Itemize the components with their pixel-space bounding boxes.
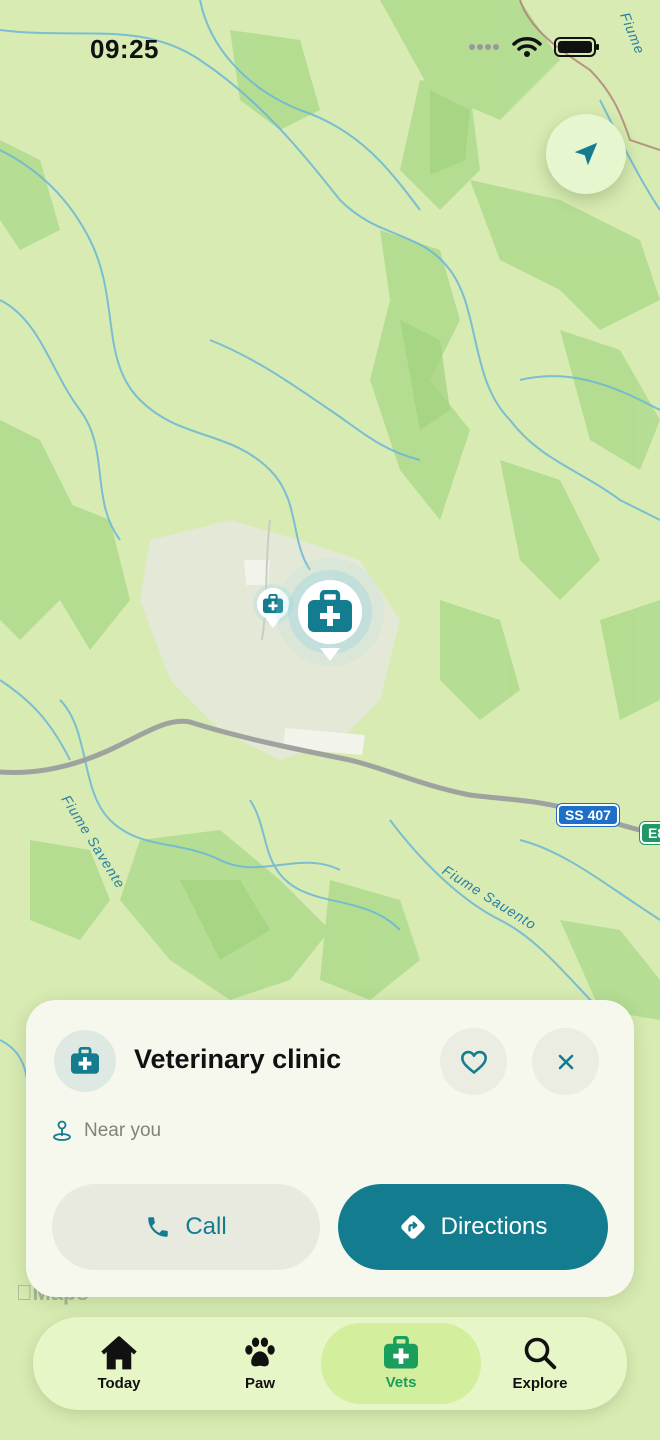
tab-bar: Today Paw Vets Explore xyxy=(33,1317,627,1410)
call-label: Call xyxy=(185,1213,227,1240)
distance-text: Near you xyxy=(84,1120,162,1141)
status-icons xyxy=(468,36,600,58)
medical-kit-icon xyxy=(263,594,283,614)
medical-kit-icon xyxy=(384,1336,418,1369)
tab-vets-label: Vets xyxy=(385,1374,417,1391)
call-button[interactable]: Call xyxy=(52,1184,320,1270)
directions-label: Directions xyxy=(440,1213,548,1240)
status-time: 09:25 xyxy=(90,34,159,64)
location-arrow-icon xyxy=(574,142,598,166)
distance-row: Near you xyxy=(52,1120,161,1142)
road-shield-e8: E8 xyxy=(640,822,660,844)
battery-icon xyxy=(554,37,599,57)
pin-pointer xyxy=(320,648,340,661)
tab-today-label: Today xyxy=(97,1375,141,1392)
road-shield-ss407: SS 407 xyxy=(557,804,619,826)
signal-dots-icon xyxy=(469,44,499,50)
map-pin-vet-secondary[interactable] xyxy=(257,588,289,620)
wifi-icon xyxy=(512,37,542,57)
place-title: Veterinary clinic xyxy=(134,1044,342,1074)
tab-explore-label: Explore xyxy=(512,1375,568,1392)
tab-explore[interactable]: Explore xyxy=(460,1323,620,1404)
tab-paw[interactable]: Paw xyxy=(180,1323,340,1404)
tab-today[interactable]: Today xyxy=(39,1323,199,1404)
favorite-button[interactable] xyxy=(440,1028,507,1095)
close-button[interactable] xyxy=(532,1028,599,1095)
heart-icon xyxy=(460,1050,487,1074)
home-icon xyxy=(101,1336,137,1370)
medical-kit-icon xyxy=(308,590,352,632)
locate-me-button[interactable] xyxy=(546,114,626,194)
close-icon xyxy=(558,1054,573,1069)
apple-logo-icon:  xyxy=(16,1280,33,1305)
directions-icon xyxy=(400,1215,425,1239)
location-pin-icon xyxy=(53,1120,71,1141)
tab-paw-label: Paw xyxy=(244,1375,275,1392)
directions-button[interactable]: Directions xyxy=(338,1184,608,1270)
pin-pointer xyxy=(266,619,280,628)
place-sheet: Veterinary clinic Near you Call Directio… xyxy=(26,1000,634,1297)
place-category-icon xyxy=(54,1030,116,1092)
search-icon xyxy=(524,1337,557,1370)
map-pin-vet-selected[interactable] xyxy=(298,580,362,644)
paw-icon xyxy=(245,1337,275,1367)
tab-vets[interactable]: Vets xyxy=(321,1323,481,1404)
medical-kit-icon xyxy=(71,1047,99,1074)
phone-icon xyxy=(148,1217,169,1237)
